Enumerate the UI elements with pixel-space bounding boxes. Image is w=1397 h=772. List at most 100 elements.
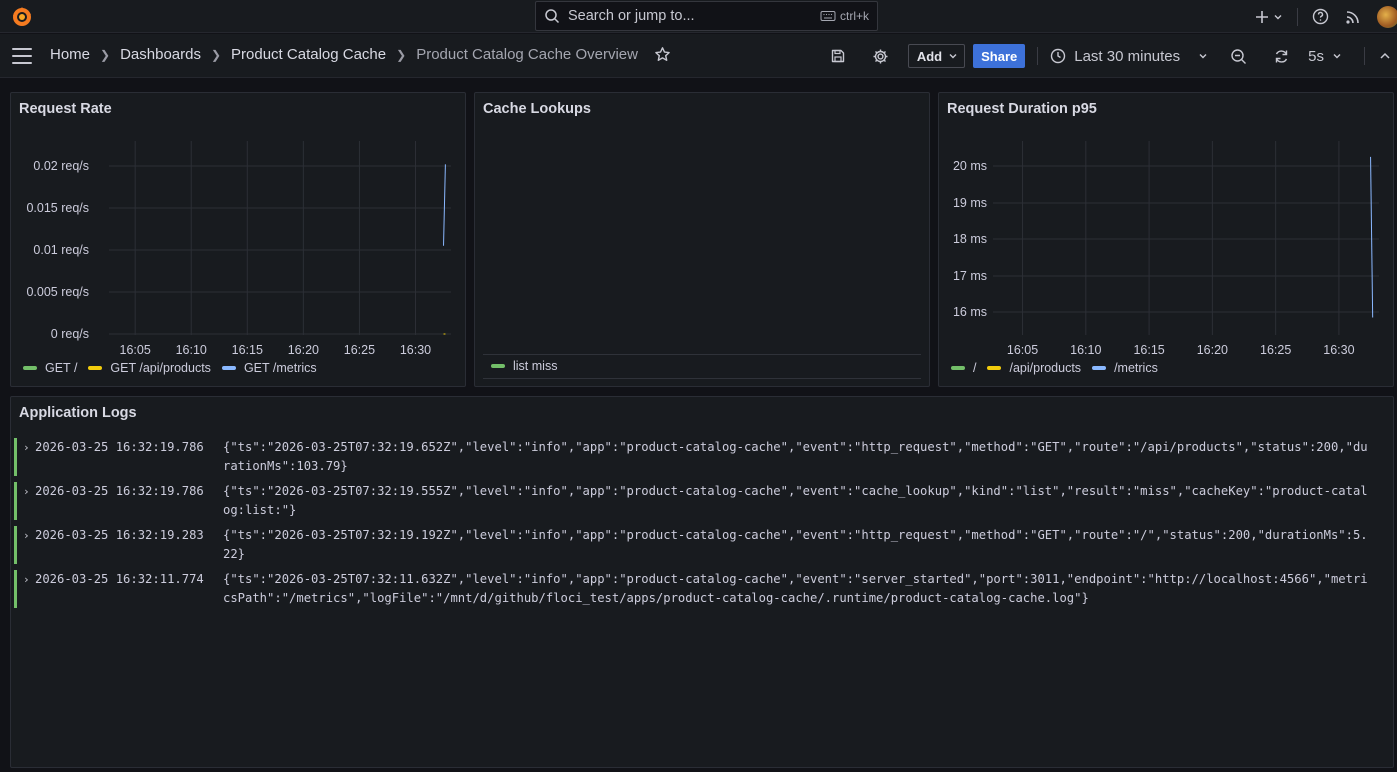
- search-bar[interactable]: Search or jump to... ctrl+k: [535, 1, 878, 31]
- panel-title: Request Duration p95: [947, 101, 1097, 117]
- log-row[interactable]: › 2026-03-25 16:32:19.786 {"ts":"2026-03-2…: [14, 482, 1379, 520]
- x-tick-label: 16:05: [1007, 343, 1038, 357]
- add-button-label: Add: [916, 48, 943, 64]
- legend-swatch: [88, 366, 103, 370]
- time-range-picker[interactable]: Last 30 minutes: [1050, 48, 1208, 65]
- x-tick-label: 16:05: [120, 343, 151, 357]
- legend-label: /api/products: [1009, 361, 1082, 375]
- help-icon: [1312, 8, 1329, 25]
- log-message: {"ts":"2026-03-25T07:32:11.632Z","level"…: [223, 572, 1368, 605]
- legend-item[interactable]: /metrics: [1092, 361, 1158, 375]
- search-shortcut-label: ctrl+k: [839, 9, 869, 23]
- search-placeholder[interactable]: Search or jump to...: [568, 8, 820, 24]
- chevron-right-icon[interactable]: ›: [23, 438, 35, 476]
- request-rate-chart: 0.02 req/s 0.015 req/s 0.01 req/s 0.005 req…: [26, 141, 451, 357]
- search-icon: [545, 9, 560, 24]
- menu-icon[interactable]: [12, 48, 32, 64]
- chevron-up-icon: [1380, 52, 1390, 59]
- collapse-toolbar-button[interactable]: [1379, 50, 1391, 62]
- legend-label: GET /api/products: [110, 361, 211, 375]
- save-dashboard-button[interactable]: [830, 48, 846, 64]
- legend-label: GET /: [45, 361, 78, 375]
- legend-label: GET /metrics: [243, 361, 317, 375]
- breadcrumb-folder[interactable]: Product Catalog Cache: [231, 46, 386, 63]
- divider: [1364, 47, 1365, 65]
- legend-swatch: [951, 366, 965, 370]
- legend-swatch: [1092, 366, 1107, 370]
- legend-swatch: [987, 366, 1002, 370]
- x-tick-label: 16:25: [344, 343, 375, 357]
- refresh-interval-label: 5s: [1308, 47, 1324, 65]
- share-button-label: Share: [981, 48, 1018, 64]
- search-shortcut: ctrl+k: [820, 9, 869, 23]
- log-message: {"ts":"2026-03-25T07:32:19.555Z","level"…: [223, 484, 1368, 517]
- legend-item[interactable]: /: [951, 361, 976, 375]
- share-button[interactable]: Share: [973, 44, 1026, 68]
- log-row[interactable]: › 2026-03-25 16:32:19.283 {"ts":"2026-03-2…: [14, 526, 1379, 564]
- x-tick-label: 16:20: [288, 343, 319, 357]
- dashboard-nav-bar: Home ❯ Dashboards ❯ Product Catalog Cach…: [0, 34, 1397, 78]
- panel-request-duration[interactable]: Request Duration p95 20 ms 19 ms 18 ms 17 m…: [938, 92, 1394, 387]
- legend-bottom-border: [483, 378, 921, 379]
- chevron-down-icon: [1333, 54, 1341, 59]
- request-duration-chart: 20 ms 19 ms 18 ms 17 ms 16 ms 16:05 16:10 16:15…: [953, 141, 1379, 357]
- x-tick-label: 16:30: [1323, 343, 1354, 357]
- x-tick-label: 16:10: [1070, 343, 1101, 357]
- panel-title: Request Rate: [19, 101, 112, 117]
- dashboard-settings-button[interactable]: [872, 48, 889, 65]
- keyboard-icon: [820, 11, 836, 21]
- log-message: {"ts":"2026-03-25T07:32:19.192Z","level"…: [223, 528, 1368, 561]
- legend-swatch: [221, 366, 236, 370]
- refresh-icon: [1275, 49, 1288, 63]
- panel-title: Cache Lookups: [483, 101, 591, 117]
- clock-icon: [1051, 48, 1066, 64]
- series-line: [1370, 156, 1374, 318]
- news-button[interactable]: [1345, 9, 1361, 25]
- profile-button[interactable]: [1377, 5, 1397, 28]
- chevron-right-icon: ❯: [396, 47, 407, 62]
- grafana-logo-icon[interactable]: [10, 5, 34, 29]
- log-row[interactable]: › 2026-03-25 16:32:19.786 {"ts":"2026-03-2…: [14, 438, 1379, 476]
- chart-legend: list miss: [491, 359, 568, 373]
- breadcrumb-home[interactable]: Home: [50, 46, 90, 63]
- refresh-interval-picker[interactable]: 5s: [1308, 48, 1342, 65]
- legend-label: /: [973, 361, 977, 375]
- legend-item[interactable]: GET /api/products: [88, 361, 211, 375]
- breadcrumb: Home ❯ Dashboards ❯ Product Catalog Cach…: [50, 46, 671, 63]
- y-tick-label: 19 ms: [953, 196, 987, 210]
- breadcrumb-dashboard-title: Product Catalog Cache Overview: [416, 46, 638, 63]
- help-button[interactable]: [1312, 8, 1329, 25]
- refresh-button[interactable]: [1273, 48, 1290, 65]
- chevron-right-icon[interactable]: ›: [23, 482, 35, 520]
- add-button[interactable]: Add: [907, 44, 966, 68]
- y-tick-label: 17 ms: [953, 269, 987, 283]
- y-tick-label: 0.005 req/s: [26, 285, 89, 299]
- chevron-right-icon[interactable]: ›: [23, 526, 35, 564]
- x-tick-label: 16:20: [1197, 343, 1228, 357]
- chevron-right-icon[interactable]: ›: [23, 570, 35, 608]
- zoom-out-icon: [1231, 48, 1247, 64]
- legend-item[interactable]: GET /metrics: [221, 361, 317, 375]
- y-tick-label: 16 ms: [953, 305, 987, 319]
- panel-request-rate[interactable]: Request Rate 0.02 req/s 0.015 req/s 0.01 r…: [10, 92, 466, 387]
- y-tick-label: 20 ms: [953, 159, 987, 173]
- breadcrumb-dashboards[interactable]: Dashboards: [120, 46, 201, 63]
- y-tick-label: 0.01 req/s: [33, 243, 89, 257]
- legend-swatch: [491, 364, 505, 368]
- log-row[interactable]: › 2026-03-25 16:32:11.774 {"ts":"2026-03-2…: [14, 570, 1379, 608]
- new-menu-button[interactable]: [1255, 10, 1283, 24]
- legend-item[interactable]: list miss: [491, 359, 557, 373]
- legend-label: /metrics: [1114, 361, 1158, 375]
- legend-label: list miss: [513, 359, 558, 373]
- chevron-right-icon: ❯: [100, 47, 111, 62]
- log-list: › 2026-03-25 16:32:19.786 {"ts":"2026-03-2…: [14, 438, 1379, 614]
- panel-cache-lookups[interactable]: Cache Lookups list miss: [474, 92, 930, 387]
- legend-item[interactable]: GET /: [23, 361, 77, 375]
- y-tick-label: 0.015 req/s: [26, 201, 89, 215]
- y-tick-label: 0.02 req/s: [33, 159, 89, 173]
- series-line: [443, 164, 446, 246]
- legend-item[interactable]: /api/products: [987, 361, 1081, 375]
- divider: [1037, 47, 1039, 65]
- star-icon[interactable]: [654, 46, 671, 63]
- zoom-out-button[interactable]: [1230, 48, 1247, 65]
